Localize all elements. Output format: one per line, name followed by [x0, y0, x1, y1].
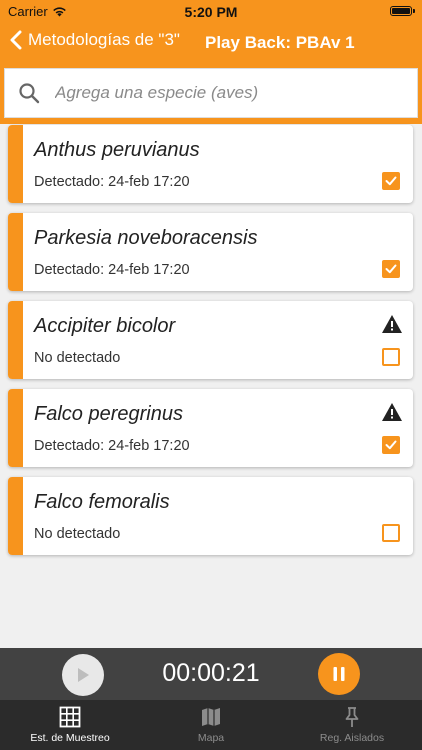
accent-bar	[8, 213, 23, 291]
page-title: Play Back: PBAv 1	[205, 33, 355, 52]
species-name: Parkesia noveboracensis	[34, 227, 258, 249]
search-input[interactable]	[53, 82, 397, 104]
detected-checkbox[interactable]	[382, 348, 400, 366]
chevron-left-icon	[10, 30, 22, 50]
nav-bar: Metodologías de "3" Play Back: PBAv 1	[0, 24, 422, 64]
accent-bar	[8, 125, 23, 203]
search-bar	[0, 64, 422, 124]
detected-checkbox[interactable]	[382, 260, 400, 278]
back-label: Metodologías de "3"	[28, 30, 180, 49]
detection-status: Detectado: 24-feb 17:20	[34, 438, 190, 454]
clock: 5:20 PM	[184, 4, 238, 20]
detection-status: No detectado	[34, 526, 121, 542]
species-name: Falco femoralis	[34, 491, 170, 513]
accent-bar	[8, 477, 23, 555]
detection-status: No detectado	[34, 350, 121, 366]
detection-status: Detectado: 24-feb 17:20	[34, 174, 190, 190]
detection-status: Detectado: 24-feb 17:20	[34, 262, 190, 278]
species-card[interactable]: Falco femoralis No detectado	[8, 477, 413, 555]
pause-button[interactable]	[318, 653, 360, 695]
species-card[interactable]: Anthus peruvianus Detectado: 24-feb 17:20	[8, 125, 413, 203]
species-card[interactable]: Parkesia noveboracensis Detectado: 24-feb…	[8, 213, 413, 291]
search-box	[4, 68, 418, 118]
pause-icon	[333, 667, 345, 681]
tab-label: Est. de Muestreo	[30, 732, 110, 744]
species-card[interactable]: Accipiter bicolor No detectado	[8, 301, 413, 379]
species-name: Accipiter bicolor	[34, 315, 176, 337]
warning-icon	[381, 314, 403, 339]
tab-label: Reg. Aislados	[319, 732, 385, 744]
search-icon	[5, 82, 53, 104]
pin-icon	[345, 707, 359, 727]
audio-player: 00:00:21	[0, 648, 422, 700]
species-card[interactable]: Falco peregrinus Detectado: 24-feb 17:20	[8, 389, 413, 467]
tab-mapa[interactable]: Mapa	[141, 706, 281, 744]
status-bar: Carrier 5:20 PM	[0, 0, 422, 24]
accent-bar	[8, 301, 23, 379]
tab-est-de-muestreo[interactable]: Est. de Muestreo	[0, 706, 140, 744]
species-name: Anthus peruvianus	[34, 139, 200, 161]
species-list: Anthus peruvianus Detectado: 24-feb 17:20…	[8, 125, 413, 565]
detected-checkbox[interactable]	[382, 524, 400, 542]
species-name: Falco peregrinus	[34, 403, 183, 425]
detected-checkbox[interactable]	[382, 172, 400, 190]
tab-bar: Est. de Muestreo Mapa Reg. Aislados	[0, 700, 422, 750]
detected-checkbox[interactable]	[382, 436, 400, 454]
grid-icon	[59, 706, 81, 728]
accent-bar	[8, 389, 23, 467]
back-button[interactable]: Metodologías de "3"	[10, 30, 180, 50]
tab-reg-aislados[interactable]: Reg. Aislados	[282, 706, 422, 744]
tab-label: Mapa	[197, 732, 225, 744]
warning-icon	[381, 402, 403, 427]
map-icon	[202, 708, 220, 726]
battery-icon	[390, 6, 415, 16]
